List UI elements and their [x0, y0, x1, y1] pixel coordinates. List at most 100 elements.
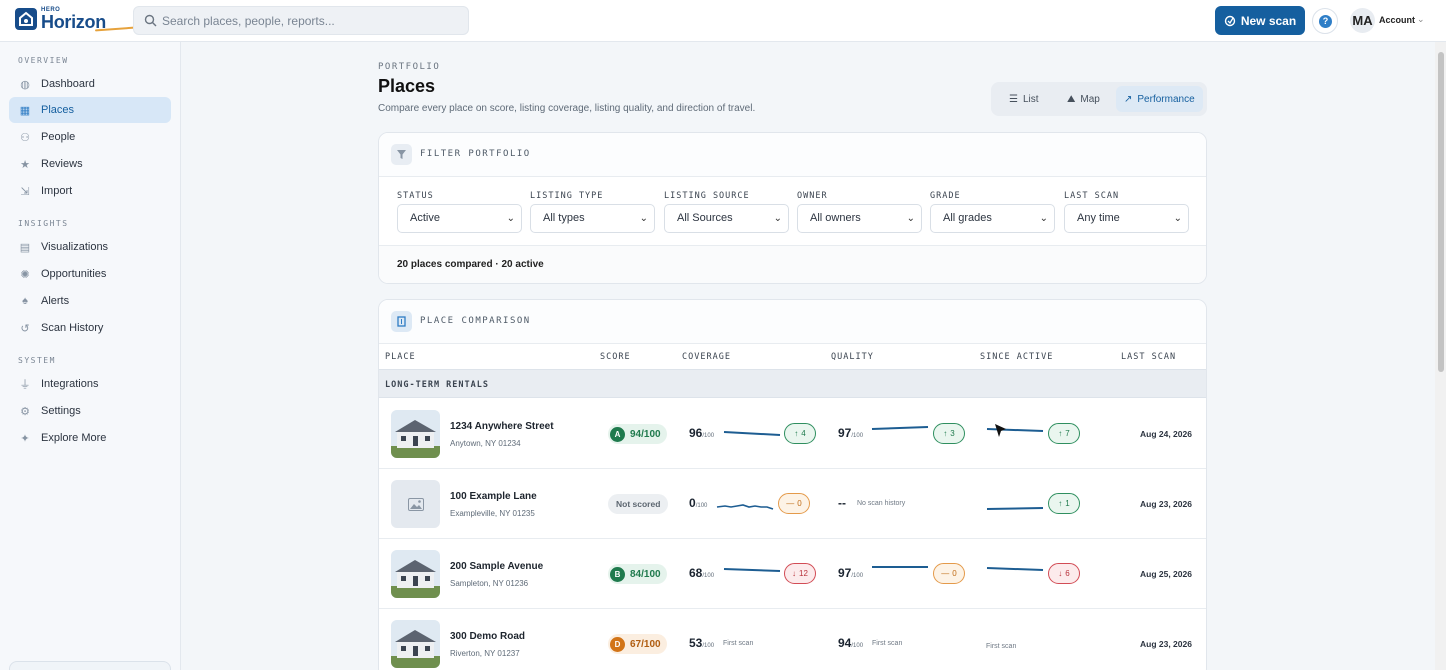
scrollbar-thumb[interactable] — [1438, 52, 1444, 372]
table-row[interactable]: 300 Demo Road Riverton, NY 01237 D 67/100… — [379, 609, 1206, 670]
tab-map[interactable]: ⛰ Map — [1059, 86, 1108, 112]
sidebar-item-label: Settings — [41, 405, 81, 417]
score-value: 94/100 — [630, 428, 661, 440]
sidebar-item-integrations[interactable]: ⏚ Integrations — [9, 371, 171, 397]
tab-list[interactable]: ☰ List — [1001, 86, 1047, 112]
sidebar-footer-card[interactable] — [9, 661, 171, 670]
help-button[interactable]: ? — [1312, 8, 1338, 34]
mouse-cursor-icon — [995, 424, 1006, 437]
new-scan-label: New scan — [1240, 13, 1297, 28]
column-header-coverage[interactable]: COVERAGE — [682, 352, 731, 362]
sidebar-item-label: Explore More — [41, 432, 107, 444]
avatar[interactable]: MA — [1350, 8, 1375, 33]
filter-label-listing-type: LISTING TYPE — [530, 191, 604, 201]
coverage-delta: —0 — [778, 493, 810, 514]
coverage-note: First scan — [723, 640, 754, 647]
column-header-score[interactable]: SCORE — [600, 352, 631, 362]
chevron-down-icon: ⌄ — [1039, 213, 1048, 224]
last-scan-date: Aug 24, 2026 — [1140, 429, 1192, 439]
quality-delta: —0 — [933, 563, 965, 584]
listing-source-value: All Sources — [677, 212, 733, 224]
sidebar-item-label: Opportunities — [41, 268, 107, 280]
since-active-delta: ↑ 7 — [1048, 423, 1080, 444]
unit-label: /100 — [695, 503, 708, 509]
unit-label: /100 — [702, 433, 715, 439]
search-box[interactable] — [133, 6, 469, 35]
column-header-last-scan[interactable]: LAST SCAN — [1121, 352, 1176, 362]
chevron-down-icon[interactable]: ⌄ — [1417, 14, 1425, 25]
logo-mark — [15, 8, 37, 30]
place-name[interactable]: 100 Example Lane — [450, 491, 537, 502]
group-header: LONG-TERM RENTALS — [379, 369, 1206, 398]
scrollbar[interactable] — [1435, 42, 1446, 670]
column-header-since-active[interactable]: SINCE ACTIVE — [980, 352, 1053, 362]
logo[interactable]: HERO Horizon — [15, 7, 136, 33]
star-icon: ★ — [20, 158, 30, 171]
search-input[interactable] — [162, 12, 452, 30]
status-select[interactable]: Active ⌄ — [397, 204, 522, 233]
flat-icon: — — [786, 499, 795, 508]
tab-performance[interactable]: ↗ Performance — [1116, 86, 1203, 112]
place-name[interactable]: 300 Demo Road — [450, 631, 525, 642]
last-scan-select[interactable]: Any time ⌄ — [1064, 204, 1189, 233]
filter-label-grade: GRADE — [930, 191, 961, 201]
sidebar-item-import[interactable]: ⇲ Import — [9, 178, 171, 204]
lightbulb-icon: ✺ — [20, 268, 30, 281]
coverage-number: 96 — [689, 426, 703, 440]
grade-letter: A — [610, 426, 625, 442]
chart-icon: ▤ — [19, 241, 31, 254]
column-header-place[interactable]: PLACE — [385, 352, 416, 362]
coverage-number: 68 — [689, 566, 703, 580]
since-active-sparkline — [986, 507, 1044, 510]
score-value: 67/100 — [630, 638, 661, 650]
place-address: Exampleville, NY 01235 — [450, 509, 535, 518]
owner-select[interactable]: All owners ⌄ — [797, 204, 922, 233]
sidebar-item-settings[interactable]: ⚙ Settings — [9, 398, 171, 424]
sidebar-item-opportunities[interactable]: ✺ Opportunities — [9, 261, 171, 287]
sidebar-item-people[interactable]: ⚇ People — [9, 124, 171, 150]
building-icon: ▦ — [19, 104, 31, 117]
since-active-delta: ↑ 1 — [1048, 493, 1080, 514]
table-row[interactable]: 1234 Anywhere Street Anytown, NY 01234 A… — [379, 399, 1206, 469]
grade-letter: B — [610, 566, 625, 582]
sidebar-section-title: INSIGHTS — [18, 219, 69, 228]
table-row[interactable]: 100 Example Lane Exampleville, NY 01235 … — [379, 469, 1206, 539]
listing-type-value: All types — [543, 212, 585, 224]
coverage-delta: ↑ 4 — [784, 423, 816, 444]
new-scan-button[interactable]: New scan — [1215, 6, 1305, 35]
grade-select[interactable]: All grades ⌄ — [930, 204, 1055, 233]
score-badge: Not scored — [608, 494, 669, 514]
place-name[interactable]: 200 Sample Avenue — [450, 561, 543, 572]
grade-value: All grades — [943, 212, 992, 224]
people-icon: ⚇ — [20, 131, 30, 144]
account-menu[interactable]: Account — [1379, 15, 1415, 25]
status-value: Active — [410, 212, 440, 224]
quality-number: 94 — [838, 636, 852, 650]
arrow-up-icon: ↑ — [794, 429, 799, 438]
sidebar-item-label: Scan History — [41, 322, 104, 334]
quality-delta: ↑ 3 — [933, 423, 965, 444]
sidebar-item-places[interactable]: ▦ Places — [9, 97, 171, 123]
sidebar-item-reviews[interactable]: ★ Reviews — [9, 151, 171, 177]
place-name[interactable]: 1234 Anywhere Street — [450, 421, 554, 432]
column-header-quality[interactable]: QUALITY — [831, 352, 874, 362]
list-icon: ☰ — [1009, 93, 1018, 105]
coverage-sparkline — [723, 568, 781, 572]
unit-label: /100 — [702, 643, 715, 649]
table-row[interactable]: 200 Sample Avenue Sampleton, NY 01236 B8… — [379, 539, 1206, 609]
bell-icon: ♠ — [22, 295, 28, 307]
sidebar-item-dashboard[interactable]: ◍ Dashboard — [9, 71, 171, 97]
quality-number: -- — [838, 496, 846, 510]
arrow-up-icon: ↑ — [1058, 499, 1063, 508]
sidebar-item-alerts[interactable]: ♠ Alerts — [9, 288, 171, 314]
delta-value: 3 — [950, 429, 955, 438]
place-address: Riverton, NY 01237 — [450, 649, 520, 658]
sidebar-item-visualizations[interactable]: ▤ Visualizations — [9, 234, 171, 260]
sidebar: OVERVIEW ◍ Dashboard ▦ Places ⚇ People ★ Rev… — [0, 42, 181, 670]
listing-source-select[interactable]: All Sources ⌄ — [664, 204, 789, 233]
listing-type-select[interactable]: All types ⌄ — [530, 204, 655, 233]
sidebar-item-explore-more[interactable]: ✦ Explore More — [9, 425, 171, 451]
score-value: 84/100 — [630, 568, 661, 580]
sidebar-item-scan-history[interactable]: ↺ Scan History — [9, 315, 171, 341]
coverage-number: 0 — [689, 496, 696, 510]
